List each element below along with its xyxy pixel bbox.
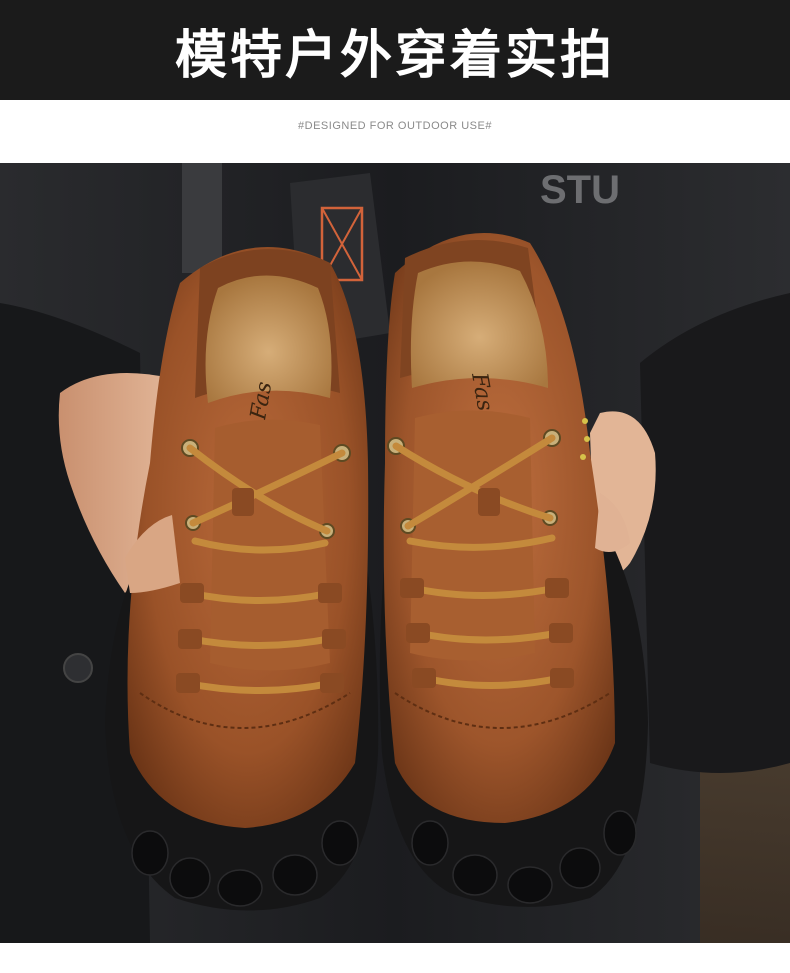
product-photo: STU Fas Fas (0, 163, 790, 943)
jacket-print: STU (540, 168, 620, 212)
shoes-illustration: STU Fas Fas (0, 163, 790, 943)
header-banner: 模特户外穿着实拍 (0, 0, 790, 100)
page-title: 模特户外穿着实拍 (174, 25, 615, 86)
jacket-zipper (182, 163, 222, 273)
subtitle: #DESIGNED FOR OUTDOOR USE# (298, 120, 492, 132)
right-sleeve (640, 293, 790, 773)
bottom-margin (0, 943, 790, 973)
jacket-snap-button (63, 653, 93, 683)
right-shoe-tongue (410, 410, 535, 661)
